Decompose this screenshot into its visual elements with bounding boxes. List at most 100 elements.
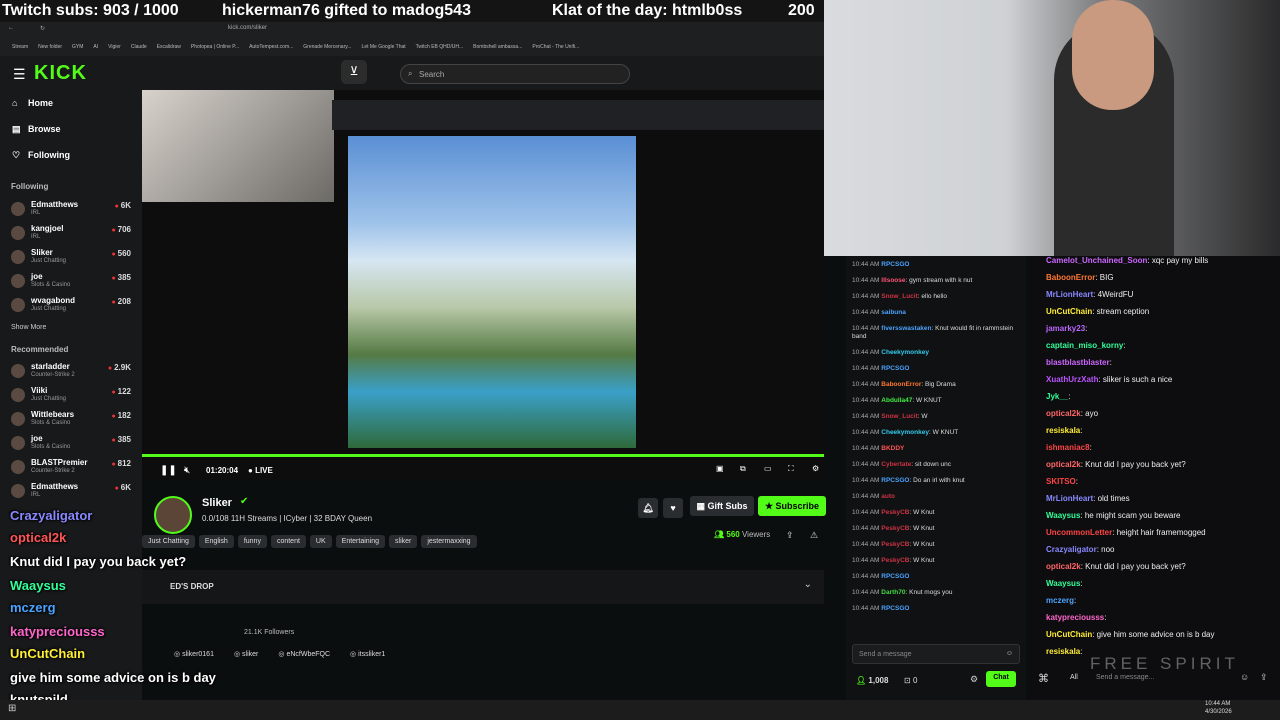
bookmark-item[interactable]: AI [93, 44, 98, 50]
chat-username[interactable]: XuathUrzXath [1046, 375, 1098, 384]
chat-username[interactable]: Cheekymonkey [881, 429, 929, 436]
bookmark-item[interactable]: Photopea | Online P... [191, 44, 239, 50]
bookmark-item[interactable]: New folder [38, 44, 62, 50]
chat-username[interactable]: resiskala [1046, 647, 1080, 656]
chat-username[interactable]: Jyk__ [1046, 392, 1068, 401]
chat-input[interactable]: Send a message ☺ [852, 644, 1020, 664]
chat-username[interactable]: Darth70 [881, 589, 905, 596]
chat-username[interactable]: BKDDY [881, 445, 904, 452]
notification-bell-button[interactable]: 🔔︎ [638, 498, 658, 518]
chat-username[interactable]: Cheekymonkey [881, 349, 929, 356]
bookmark-item[interactable]: Bombshell ambassa... [473, 44, 522, 50]
chat-username[interactable]: lllsoose [881, 277, 905, 284]
chat-username[interactable]: UnCutChain [1046, 630, 1092, 639]
sidebar-channel[interactable]: ViikiJust Chatting 122 [11, 386, 135, 410]
chat-username[interactable]: SKITSO [1046, 477, 1076, 486]
chat-username[interactable]: Camelot_Unchained_Soon [1046, 256, 1147, 265]
bookmark-item[interactable]: Vigier [108, 44, 121, 50]
bookmark-item[interactable]: ProChat - The Unifi... [532, 44, 579, 50]
chat-username[interactable]: BaboonError [1046, 273, 1095, 282]
chat-username[interactable]: mczerg [1046, 596, 1074, 605]
chat-username[interactable]: RPCSGO [881, 477, 909, 484]
chat-username[interactable]: Waaysus [1046, 511, 1080, 520]
mute-icon[interactable]: 🔇︎ [184, 465, 190, 476]
tag-pill[interactable]: Just Chatting [142, 535, 195, 548]
sidebar-channel[interactable]: EdmatthewsIRL 6K [11, 482, 135, 506]
chat-username[interactable]: Abdulla47 [881, 397, 912, 404]
bookmark-item[interactable]: Grenade Mercenary... [303, 44, 351, 50]
chat-username[interactable]: UncommonLetter [1046, 528, 1112, 537]
tag-pill[interactable]: English [198, 535, 234, 548]
chat-username[interactable]: fiversswastaken [881, 325, 931, 332]
chat-send-button[interactable]: Chat [986, 671, 1016, 687]
twitch-send-icon[interactable]: ⇪ [1260, 672, 1268, 683]
bookmark-item[interactable]: GYM [72, 44, 83, 50]
bookmark-item[interactable]: Excalidraw [157, 44, 181, 50]
vod-icon[interactable]: ⊻ [341, 60, 367, 84]
chat-username[interactable]: optical2k [1046, 562, 1081, 571]
chat-username[interactable]: Snow_Lucit [881, 413, 917, 420]
sidebar-channel[interactable]: starladderCounter-Strike 2 2.9K [11, 362, 135, 386]
fullscreen-icon[interactable]: ⛶ [788, 464, 794, 474]
chat-username[interactable]: PeskyCB [881, 509, 909, 516]
theater-icon[interactable]: ▭ [764, 464, 772, 473]
sidebar-channel[interactable]: joeSlots & Casino 385 [11, 434, 135, 458]
chat-username[interactable]: auto [881, 493, 895, 500]
sidebar-channel[interactable]: BLASTPremierCounter-Strike 2 812 [11, 458, 135, 482]
emote-icon[interactable]: ☺ [1006, 650, 1013, 657]
pip-icon[interactable]: ⧉ [740, 464, 746, 474]
twitch-emote-icon[interactable]: ☺ [1240, 672, 1249, 682]
chat-username[interactable]: MrLionHeart [1046, 494, 1093, 503]
menu-icon[interactable]: ☰ [13, 66, 26, 83]
chat-username[interactable]: Snow_Lucit [881, 293, 917, 300]
twitch-chat-input[interactable]: Send a message... [1096, 674, 1154, 681]
chat-username[interactable]: BaboonError [881, 381, 921, 388]
social-link[interactable]: ◎ sliker0161 [174, 651, 214, 658]
social-link[interactable]: ◎ itssliker1 [350, 651, 385, 658]
kick-logo[interactable]: KICK [34, 62, 87, 85]
chat-username[interactable]: katypreciousss [1046, 613, 1104, 622]
tag-pill[interactable]: jestermaxxing [421, 535, 477, 548]
sidebar-channel[interactable]: wvagabondJust Chatting 208 [11, 296, 135, 320]
chat-username[interactable]: captain_miso_korny [1046, 341, 1123, 350]
chat-username[interactable]: saibuna [881, 309, 906, 316]
social-link[interactable]: ◎ eNcfWbeFQC [278, 651, 330, 658]
gift-subs-button[interactable]: ▦ Gift Subs [690, 496, 754, 516]
video-player[interactable]: ❚❚ 🔇︎ 01:20:04 ● LIVE ▣ ⧉ ▭ ⛶ ⚙ [142, 90, 824, 480]
search-input[interactable]: ⌕ Search [400, 64, 630, 84]
live-progress-bar[interactable] [142, 454, 824, 457]
chevron-down-icon[interactable]: ⌄ [804, 579, 812, 590]
chat-username[interactable]: RPCSGO [881, 261, 909, 268]
tag-pill[interactable]: content [270, 535, 306, 548]
chat-username[interactable]: resiskala [1046, 426, 1080, 435]
chat-username[interactable]: ishmaniac8 [1046, 443, 1090, 452]
nav-home[interactable]: ⌂ Home [12, 98, 53, 108]
chat-username[interactable]: optical2k [1046, 409, 1081, 418]
nav-browse[interactable]: ▤ Browse [12, 124, 61, 135]
drops-panel[interactable]: ED'S DROP ⌄ [142, 570, 824, 604]
subscribe-button[interactable]: ★ Subscribe [758, 496, 826, 516]
bookmark-item[interactable]: Twitch EB QHD/UH... [416, 44, 464, 50]
chat-username[interactable]: RPCSGO [881, 573, 909, 580]
chat-username[interactable]: RPCSGO [881, 365, 909, 372]
chat-username[interactable]: blastblastblaster [1046, 358, 1110, 367]
bookmark-item[interactable]: Stream [12, 44, 28, 50]
url-text[interactable]: kick.com/sliker [228, 25, 267, 31]
avatar[interactable] [154, 496, 192, 534]
back-icon[interactable]: ← [8, 25, 14, 31]
show-more-link[interactable]: Show More [11, 324, 46, 331]
chat-username[interactable]: UnCutChain [1046, 307, 1092, 316]
tag-pill[interactable]: UK [309, 535, 332, 548]
chat-settings-icon[interactable]: ⚙ [970, 674, 978, 685]
sidebar-channel[interactable]: EdmatthewsIRL 6K [11, 200, 135, 224]
chat-username[interactable]: optical2k [1046, 460, 1081, 469]
extension-icon[interactable]: ⌘ [1038, 672, 1049, 685]
nav-following[interactable]: ♡ Following [12, 150, 70, 161]
clip-icon[interactable]: ▣ [716, 464, 724, 473]
chat-username[interactable]: jamarky23 [1046, 324, 1085, 333]
chat-username[interactable]: MrLionHeart [1046, 290, 1093, 299]
bookmark-item[interactable]: Let Me Google That [362, 44, 406, 50]
bookmark-item[interactable]: Claude [131, 44, 147, 50]
chat-username[interactable]: PeskyCB [881, 525, 909, 532]
channel-name[interactable]: Sliker [202, 497, 232, 509]
